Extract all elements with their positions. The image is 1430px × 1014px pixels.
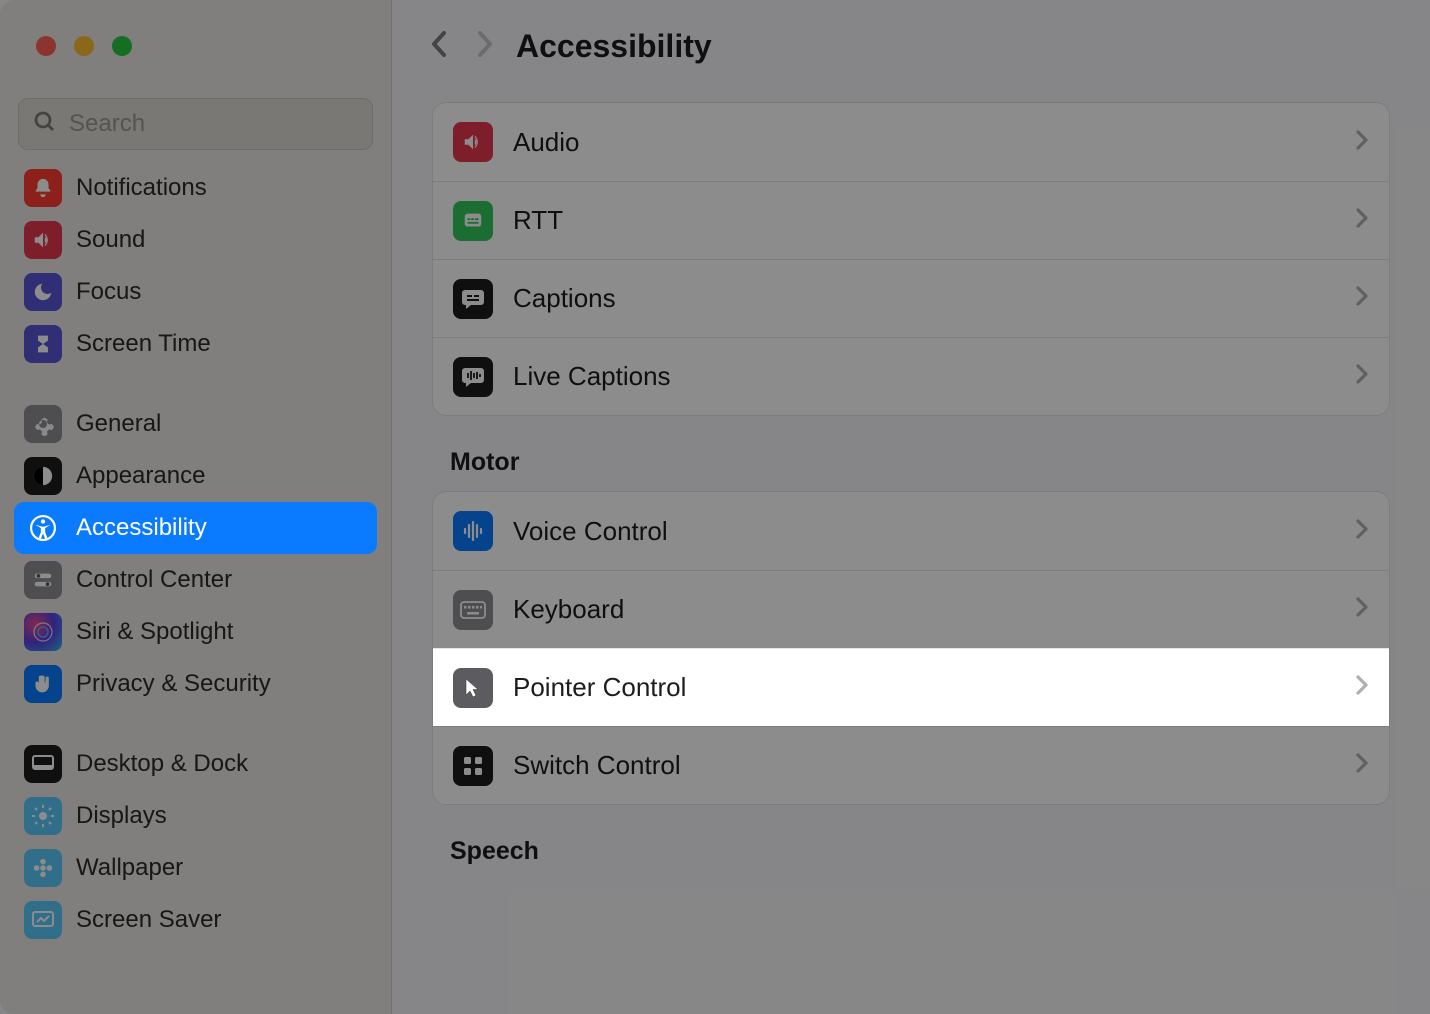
back-button[interactable] [428,29,450,64]
chevron-right-icon [1355,674,1369,701]
sidebar: Notifications Sound Focus Screen Time Genera… [0,0,392,1014]
sidebar-item-label: Displays [76,802,167,830]
chevron-right-icon [1355,752,1369,779]
sidebar-item-label: Wallpaper [76,854,183,882]
speaker-icon [24,221,62,259]
chevron-right-icon [1355,285,1369,312]
sidebar-item-sound[interactable]: Sound [14,214,377,266]
moon-icon [24,273,62,311]
page-title: Accessibility [516,28,712,65]
flower-icon [24,849,62,887]
sidebar-item-label: Screen Time [76,330,211,358]
row-label: Captions [513,283,1335,314]
sidebar-item-privacy-security[interactable]: Privacy & Security [14,658,377,710]
sidebar-item-control-center[interactable]: Control Center [14,554,377,606]
speaker-icon [453,122,493,162]
content-body: Audio RTT Captions Live Captions Motor Voice … [392,92,1430,890]
sun-icon [24,797,62,835]
caption-bubble-icon [453,279,493,319]
settings-group: Audio RTT Captions Live Captions [432,102,1390,416]
chevron-right-icon [1355,518,1369,545]
sidebar-item-screen-time[interactable]: Screen Time [14,318,377,370]
phone-text-icon [453,201,493,241]
sidebar-item-screen-saver[interactable]: Screen Saver [14,894,377,946]
hourglass-icon [24,325,62,363]
content-pane: Accessibility Audio RTT Captions Live Capti… [392,0,1430,1014]
sidebar-item-accessibility[interactable]: Accessibility [14,502,377,554]
sidebar-item-desktop-dock[interactable]: Desktop & Dock [14,738,377,790]
section-title-speech: Speech [450,837,1390,866]
close-window-button[interactable] [36,36,56,56]
sidebar-item-label: Sound [76,226,145,254]
sidebar-item-focus[interactable]: Focus [14,266,377,318]
settings-group: Voice Control Keyboard Pointer Control Swit… [432,491,1390,805]
search-box[interactable] [18,98,373,150]
sidebar-item-siri-spotlight[interactable]: Siri & Spotlight [14,606,377,658]
keyboard-icon [453,590,493,630]
settings-row-keyboard[interactable]: Keyboard [433,570,1389,648]
settings-row-captions[interactable]: Captions [433,259,1389,337]
row-label: RTT [513,205,1335,236]
bell-icon [24,169,62,207]
sidebar-item-general[interactable]: General [14,398,377,450]
chevron-right-icon [1355,207,1369,234]
sidebar-item-label: Notifications [76,174,207,202]
siri-icon [24,613,62,651]
contrast-icon [24,457,62,495]
row-label: Keyboard [513,594,1335,625]
settings-window: Notifications Sound Focus Screen Time Genera… [0,0,1430,1014]
sidebar-item-label: Focus [76,278,141,306]
settings-row-rtt[interactable]: RTT [433,181,1389,259]
chevron-right-icon [1355,129,1369,156]
sidebar-item-displays[interactable]: Displays [14,790,377,842]
row-label: Audio [513,127,1335,158]
fullscreen-window-button[interactable] [112,36,132,56]
grid-icon [453,746,493,786]
hand-icon [24,665,62,703]
settings-row-pointer-control[interactable]: Pointer Control [433,648,1389,726]
settings-row-audio[interactable]: Audio [433,103,1389,181]
waveform-bubble-icon [453,357,493,397]
row-label: Live Captions [513,361,1335,392]
screensaver-icon [24,901,62,939]
sidebar-list: Notifications Sound Focus Screen Time Genera… [0,162,391,946]
cursor-icon [453,668,493,708]
sidebar-item-appearance[interactable]: Appearance [14,450,377,502]
chevron-right-icon [1355,363,1369,390]
sidebar-item-label: Control Center [76,566,232,594]
settings-row-live-captions[interactable]: Live Captions [433,337,1389,415]
row-label: Pointer Control [513,672,1335,703]
sidebar-item-label: Screen Saver [76,906,221,934]
row-label: Voice Control [513,516,1335,547]
section-title-motor: Motor [450,448,1390,477]
sidebar-item-label: Accessibility [76,514,207,542]
sidebar-item-notifications[interactable]: Notifications [14,162,377,214]
window-controls [0,0,391,78]
sidebar-item-label: General [76,410,161,438]
switches-icon [24,561,62,599]
search-input[interactable] [69,110,358,138]
sidebar-item-label: Siri & Spotlight [76,618,233,646]
dock-icon [24,745,62,783]
row-label: Switch Control [513,750,1335,781]
sidebar-item-label: Privacy & Security [76,670,271,698]
gear-icon [24,405,62,443]
minimize-window-button[interactable] [74,36,94,56]
chevron-right-icon [1355,596,1369,623]
sidebar-item-label: Desktop & Dock [76,750,248,778]
voice-waveform-icon [453,511,493,551]
content-header: Accessibility [392,0,1430,92]
accessibility-icon [24,509,62,547]
search-icon [33,110,57,139]
settings-row-switch-control[interactable]: Switch Control [433,726,1389,804]
settings-row-voice-control[interactable]: Voice Control [433,492,1389,570]
sidebar-item-label: Appearance [76,462,205,490]
sidebar-item-wallpaper[interactable]: Wallpaper [14,842,377,894]
forward-button[interactable] [474,29,496,64]
